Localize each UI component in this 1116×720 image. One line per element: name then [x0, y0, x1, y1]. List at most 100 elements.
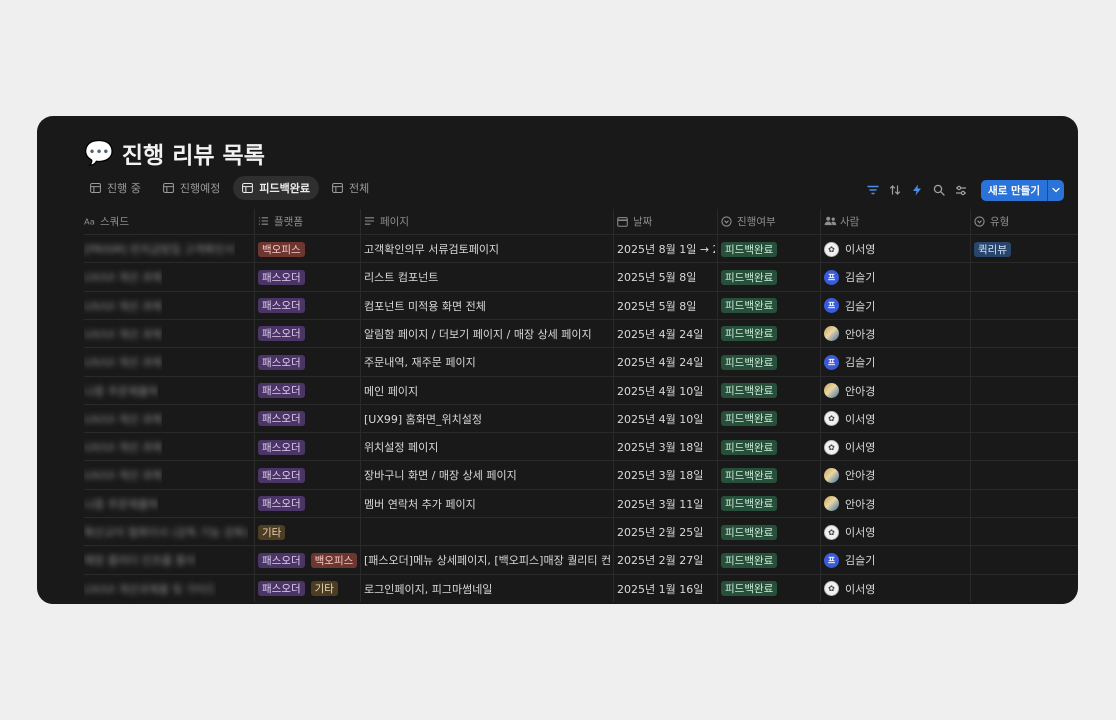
status-cell[interactable]: 피드백완료: [721, 490, 783, 518]
page-cell[interactable]: [패스오더]메뉴 상세페이지, [백오피스]매장 퀄리티 컨트롤,: [364, 546, 610, 574]
status-cell[interactable]: 피드백완료: [721, 320, 783, 348]
status-cell[interactable]: 피드백완료: [721, 292, 783, 320]
page-cell[interactable]: [UX99] 홈화면_위치설정: [364, 405, 610, 433]
platform-cell[interactable]: 패스오더: [258, 433, 311, 461]
status-cell[interactable]: 피드백완료: [721, 575, 783, 603]
platform-cell[interactable]: 패스오더: [258, 263, 311, 291]
column-header[interactable]: 사람: [824, 209, 859, 233]
page-cell[interactable]: [364, 518, 610, 546]
date-cell[interactable]: 2025년 2월 25일: [617, 518, 715, 546]
page-cell[interactable]: 주문내역, 재주문 페이지: [364, 348, 610, 376]
squad-cell[interactable]: 나중 주문제출하: [84, 490, 158, 518]
person-cell[interactable]: ✿ 이서영: [824, 575, 875, 603]
page-cell[interactable]: 위치설정 페이지: [364, 433, 610, 461]
table-row[interactable]: 나중 주문제출하 패스오더 메인 페이지 2025년 4월 10일 피드백완료 안아경: [37, 377, 1078, 405]
status-cell[interactable]: 피드백완료: [721, 377, 783, 405]
column-header[interactable]: 페이지: [364, 209, 409, 233]
platform-cell[interactable]: 패스오더: [258, 348, 311, 376]
date-cell[interactable]: 2025년 4월 24일: [617, 320, 715, 348]
date-cell[interactable]: 2025년 5월 8일: [617, 263, 715, 291]
table-row[interactable]: 매장 플러더 인프룹 통이 패스오더 백오피스 [패스오더]메뉴 상세페이지, [백오…: [37, 546, 1078, 574]
page-cell[interactable]: 고객확인의무 서류검토페이지: [364, 235, 610, 263]
search-icon[interactable]: [931, 183, 946, 198]
table-row[interactable]: UX/UI 개선과제를 및 가이드 패스오더 기타 로그인페이지, 피그마썸네일 202…: [37, 575, 1078, 603]
table-row[interactable]: UX/UI 개선 과제 패스오더 주문내역, 재주문 페이지 2025년 4월 24일…: [37, 348, 1078, 376]
platform-cell[interactable]: 패스오더 백오피스: [258, 546, 363, 574]
squad-cell[interactable]: UX/UI 개선 과제: [84, 263, 162, 291]
platform-cell[interactable]: 패스오더: [258, 461, 311, 489]
platform-cell[interactable]: 기타: [258, 518, 291, 546]
squad-cell[interactable]: UX/UI 개선 과제: [84, 405, 162, 433]
person-cell[interactable]: 안아경: [824, 490, 875, 518]
page-cell[interactable]: 컴포넌트 미적용 화면 전체: [364, 292, 610, 320]
tab-0[interactable]: 진행 중: [81, 176, 150, 200]
platform-cell[interactable]: 패스오더: [258, 490, 311, 518]
date-cell[interactable]: 2025년 4월 24일: [617, 348, 715, 376]
settings-icon[interactable]: [953, 183, 968, 198]
column-header[interactable]: 유형: [974, 209, 1009, 233]
table-row[interactable]: 나중 주문제출하 패스오더 멤버 연락처 추가 페이지 2025년 3월 11일 피드백…: [37, 490, 1078, 518]
date-cell[interactable]: 2025년 2월 27일: [617, 546, 715, 574]
status-cell[interactable]: 피드백완료: [721, 263, 783, 291]
squad-cell[interactable]: UX/UI 개선과제를 및 가이드: [84, 575, 216, 603]
platform-cell[interactable]: 백오피스: [258, 235, 311, 263]
chevron-down-icon[interactable]: [1047, 179, 1064, 201]
date-cell[interactable]: 2025년 4월 10일: [617, 377, 715, 405]
squad-cell[interactable]: [PRISM] 런치급방집 고객확인서: [84, 235, 235, 263]
person-cell[interactable]: ✿ 이서영: [824, 518, 875, 546]
status-cell[interactable]: 피드백완료: [721, 433, 783, 461]
column-header[interactable]: 진행여부: [721, 209, 776, 233]
filter-icon[interactable]: [865, 183, 880, 198]
platform-cell[interactable]: 패스오더: [258, 292, 311, 320]
person-cell[interactable]: 안아경: [824, 461, 875, 489]
person-cell[interactable]: 프 김슬기: [824, 263, 875, 291]
squad-cell[interactable]: UX/UI 개선 과제: [84, 292, 162, 320]
date-cell[interactable]: 2025년 3월 18일: [617, 461, 715, 489]
date-cell[interactable]: 2025년 4월 10일: [617, 405, 715, 433]
person-cell[interactable]: 프 김슬기: [824, 546, 875, 574]
platform-cell[interactable]: 패스오더: [258, 320, 311, 348]
date-cell[interactable]: 2025년 3월 18일: [617, 433, 715, 461]
platform-cell[interactable]: 패스오더 기타: [258, 575, 344, 603]
status-cell[interactable]: 피드백완료: [721, 235, 783, 263]
squad-cell[interactable]: UX/UI 개선 과제: [84, 348, 162, 376]
table-row[interactable]: UX/UI 개선 과제 패스오더 컴포넌트 미적용 화면 전체 2025년 5월 8일…: [37, 292, 1078, 320]
person-cell[interactable]: 프 김슬기: [824, 348, 875, 376]
sort-icon[interactable]: [887, 183, 902, 198]
tab-3[interactable]: 전체: [323, 176, 378, 200]
page-cell[interactable]: 알림함 페이지 / 더보기 페이지 / 매장 상세 페이지: [364, 320, 610, 348]
tab-1[interactable]: 진행예정: [154, 176, 229, 200]
column-header[interactable]: 플랫폼: [258, 209, 303, 233]
date-cell[interactable]: 2025년 5월 8일: [617, 292, 715, 320]
status-cell[interactable]: 피드백완료: [721, 348, 783, 376]
page-cell[interactable]: 멤버 연락처 추가 페이지: [364, 490, 610, 518]
squad-cell[interactable]: 나중 주문제출하: [84, 377, 158, 405]
table-row[interactable]: UX/UI 개선 과제 패스오더 알림함 페이지 / 더보기 페이지 / 매장 상세…: [37, 320, 1078, 348]
squad-cell[interactable]: 매장 플러더 인프룹 통이: [84, 546, 196, 574]
table-row[interactable]: [PRISM] 런치급방집 고객확인서 백오피스 고객확인의무 서류검토페이지 202…: [37, 235, 1078, 263]
table-row[interactable]: 확산교이 협회이사 (감독 기능 강화) 기타 2025년 2월 25일 피드백완료 ✿…: [37, 518, 1078, 546]
status-cell[interactable]: 피드백완료: [721, 405, 783, 433]
new-button-label[interactable]: 새로 만들기: [981, 180, 1047, 201]
platform-cell[interactable]: 패스오더: [258, 405, 311, 433]
date-cell[interactable]: 2025년 1월 16일: [617, 575, 715, 603]
status-cell[interactable]: 피드백완료: [721, 546, 783, 574]
table-row[interactable]: UX/UI 개선 과제 패스오더 리스트 컴포넌트 2025년 5월 8일 피드백완료 프…: [37, 263, 1078, 291]
status-cell[interactable]: 피드백완료: [721, 518, 783, 546]
page-cell[interactable]: 장바구니 화면 / 매장 상세 페이지: [364, 461, 610, 489]
person-cell[interactable]: ✿ 이서영: [824, 433, 875, 461]
person-cell[interactable]: 안아경: [824, 377, 875, 405]
platform-cell[interactable]: 패스오더: [258, 377, 311, 405]
status-cell[interactable]: 피드백완료: [721, 461, 783, 489]
new-button[interactable]: 새로 만들기: [981, 179, 1064, 201]
squad-cell[interactable]: UX/UI 개선 과제: [84, 461, 162, 489]
squad-cell[interactable]: UX/UI 개선 과제: [84, 433, 162, 461]
tab-2[interactable]: 피드백완료: [233, 176, 319, 200]
person-cell[interactable]: 프 김슬기: [824, 292, 875, 320]
page-cell[interactable]: 메인 페이지: [364, 377, 610, 405]
date-cell[interactable]: 2025년 3월 11일: [617, 490, 715, 518]
type-cell[interactable]: 퀵리뷰: [974, 235, 1017, 263]
column-header[interactable]: Aa 스쿼드: [84, 209, 129, 233]
table-row[interactable]: UX/UI 개선 과제 패스오더 장바구니 화면 / 매장 상세 페이지 2025년 …: [37, 461, 1078, 489]
table-row[interactable]: UX/UI 개선 과제 패스오더 [UX99] 홈화면_위치설정 2025년 4월 1…: [37, 405, 1078, 433]
